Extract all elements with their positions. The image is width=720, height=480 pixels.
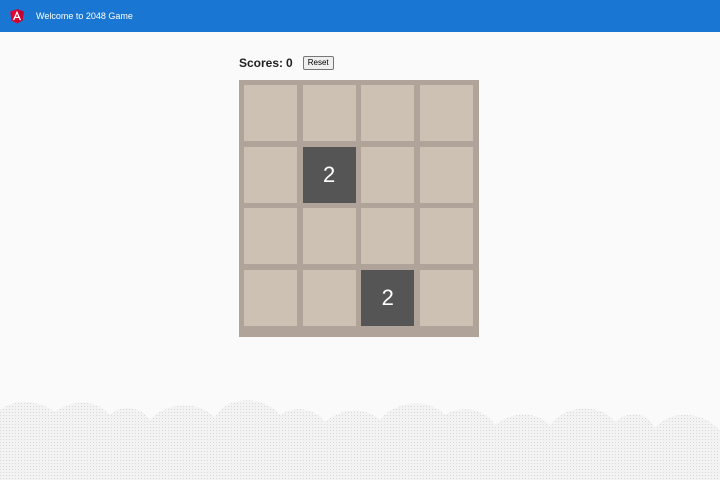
app-title: Welcome to 2048 Game	[36, 11, 133, 21]
board-cell	[419, 208, 473, 265]
board-cell	[361, 208, 415, 265]
board-cell	[302, 85, 356, 141]
clouds-decoration	[0, 400, 720, 480]
board-cell	[361, 85, 415, 141]
reset-button[interactable]: Reset	[302, 56, 334, 70]
board-cell	[244, 85, 297, 141]
score-value: 0	[286, 56, 293, 70]
board-cell	[302, 269, 356, 326]
score-label: Scores:	[239, 56, 284, 70]
score-row: Scores: 0 Reset	[239, 54, 334, 72]
board-cell	[419, 85, 473, 141]
app-toolbar: Welcome to 2048 Game	[0, 0, 720, 32]
board-cell	[419, 269, 473, 326]
board-cell	[244, 146, 297, 203]
board-cell	[361, 146, 415, 203]
board-tile: 2	[361, 269, 415, 326]
game-board[interactable]: 22	[239, 80, 479, 337]
board-cell	[244, 208, 297, 265]
board-tile: 2	[302, 146, 356, 203]
board-cell	[302, 208, 356, 265]
angular-logo-icon	[10, 9, 24, 24]
board-cell	[244, 269, 297, 326]
board-cell	[419, 146, 473, 203]
